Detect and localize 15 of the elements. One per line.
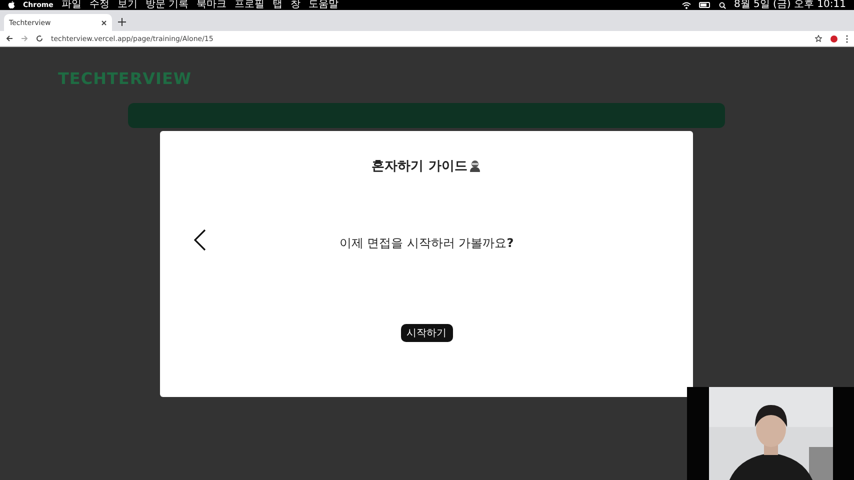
start-button[interactable]: 시작하기 (400, 324, 452, 342)
new-tab-icon[interactable] (118, 18, 126, 26)
close-icon[interactable] (101, 20, 107, 26)
apple-icon[interactable] (8, 1, 15, 9)
person-icon (469, 160, 482, 172)
modal-title: 혼자하기 가이드 (372, 158, 468, 175)
battery-icon[interactable] (698, 2, 711, 8)
wifi-icon[interactable] (682, 2, 691, 8)
search-icon[interactable] (718, 2, 726, 8)
record-icon[interactable] (830, 34, 838, 42)
logo: TECHTERVIEW (58, 69, 193, 88)
star-icon[interactable] (815, 35, 822, 42)
reload-icon[interactable] (36, 35, 43, 42)
back-icon[interactable] (6, 35, 13, 42)
guide-message: 이제 면접을 시작하러 가볼까요? (339, 235, 514, 252)
